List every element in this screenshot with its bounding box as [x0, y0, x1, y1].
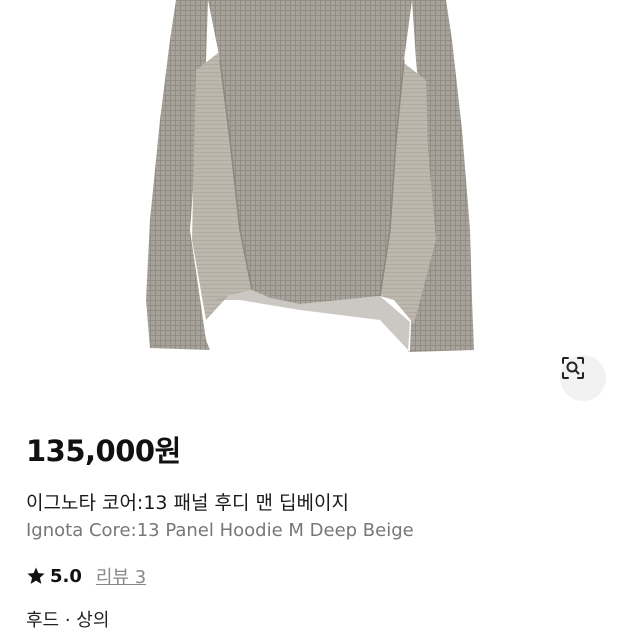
- product-category[interactable]: 후드 · 상의: [26, 606, 109, 632]
- product-price: 135,000원: [26, 434, 181, 468]
- image-search-icon: [562, 357, 584, 379]
- rating-row: 5.0 리뷰 3: [26, 563, 146, 589]
- star-icon: [27, 567, 45, 584]
- image-search-button[interactable]: [560, 355, 606, 401]
- hoodie-photo: [146, 0, 474, 352]
- product-title-english: Ignota Core:13 Panel Hoodie M Deep Beige: [26, 520, 414, 541]
- review-link[interactable]: 리뷰 3: [96, 563, 146, 589]
- product-image[interactable]: [0, 0, 620, 420]
- product-title-korean: 이그노타 코어:13 패널 후디 맨 딥베이지: [26, 492, 349, 514]
- rating-value: 5.0: [50, 565, 82, 587]
